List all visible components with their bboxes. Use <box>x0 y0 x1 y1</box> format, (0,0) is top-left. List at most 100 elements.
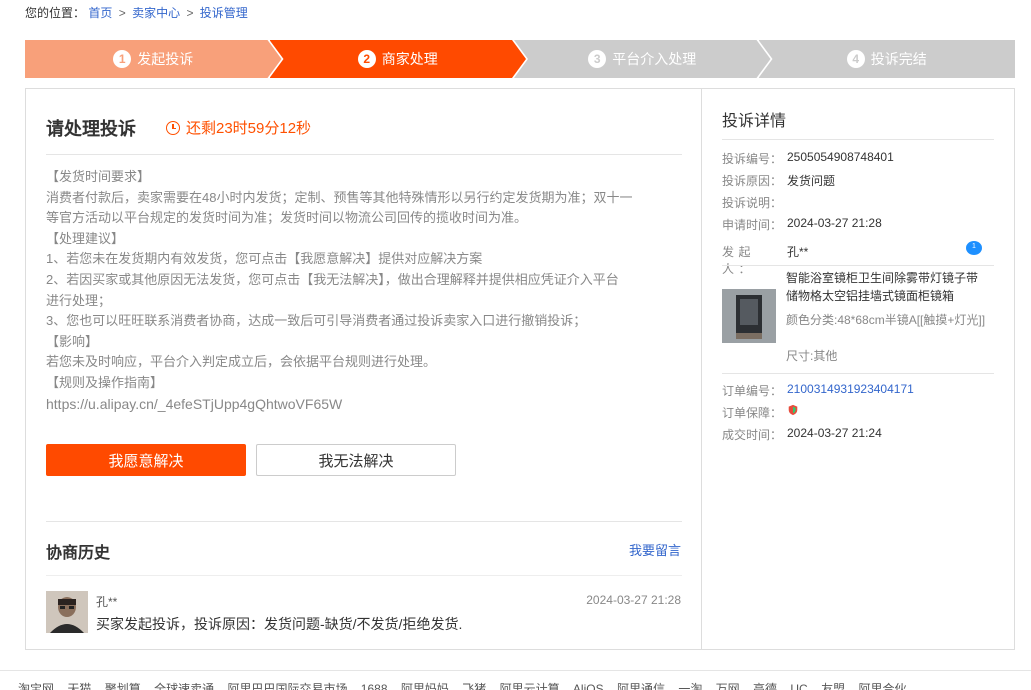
leave-message-link[interactable]: 我要留言 <box>629 540 681 559</box>
apply-time-row: 申请时间： 2024-03-27 21:28 <box>722 216 994 233</box>
accept-resolve-button[interactable]: 我愿意解决 <box>46 444 246 476</box>
step-label: 投诉完结 <box>870 51 927 67</box>
divider <box>46 575 682 576</box>
divider <box>46 521 682 522</box>
order-no-row: 订单编号： 2100314931923404171 <box>722 382 994 399</box>
step-merchant-handle: 2 商家处理 <box>270 40 527 78</box>
breadcrumb-complaint-management[interactable]: 投诉管理 <box>200 6 248 20</box>
clock-icon <box>166 120 180 135</box>
history-title: 协商历史 <box>46 545 111 562</box>
footer-link[interactable]: UC <box>790 682 807 690</box>
reason-label: 投诉原因： <box>722 174 783 188</box>
footer-link[interactable]: AliOS <box>573 682 604 690</box>
footer-link[interactable]: 阿里合伙 <box>858 682 906 690</box>
apply-time-value: 2024-03-27 21:28 <box>787 216 882 230</box>
step-platform-intervene: 3 平台介入处理 <box>514 40 771 78</box>
order-no-link[interactable]: 2100314931923404171 <box>787 382 914 399</box>
message-author: 孔** <box>96 595 118 609</box>
product-sku: 颜色分类:48*68cm半镜A[[触摸+灯光]] <box>786 313 986 327</box>
desc-row: 投诉说明： <box>722 194 994 211</box>
footer-link[interactable]: 阿里巴巴国际交易市场 <box>227 682 347 690</box>
reason-row: 投诉原因： 发货问题 <box>722 172 994 189</box>
title-row: 请处理投诉 还剩23时59分12秒 <box>46 113 682 155</box>
reason-value: 发货问题 <box>787 174 836 188</box>
detail-title: 投诉详情 <box>722 113 787 130</box>
countdown-text: 还剩23时59分12秒 <box>186 120 312 137</box>
chat-icon[interactable] <box>966 241 982 255</box>
step-number: 1 <box>113 50 131 68</box>
step-number: 3 <box>588 50 606 68</box>
notice-line: 【规则及操作指南】 <box>46 374 164 390</box>
divider <box>722 139 994 140</box>
page-title: 请处理投诉 <box>46 119 136 139</box>
rules-link[interactable]: https://u.alipay.cn/_4efeSTjUpp4gQhtwoVF… <box>46 394 686 415</box>
message-time: 2024-03-27 21:28 <box>586 593 681 607</box>
handling-notice: 【发货时间要求】 消费者付款后，卖家需要在48小时内发货；定制、预售等其他特殊情… <box>46 167 686 414</box>
initiator-label: 发起人： <box>722 245 756 276</box>
complaint-no-value: 2505054908748401 <box>787 150 894 164</box>
footer-link[interactable]: 淘宝网 <box>18 682 54 690</box>
apply-time-label: 申请时间： <box>722 218 783 232</box>
footer-link[interactable]: 阿里妈妈 <box>401 682 449 690</box>
footer-divider <box>0 670 1031 671</box>
step-number: 2 <box>358 50 376 68</box>
footer-link[interactable]: 万网 <box>716 682 740 690</box>
notice-line: 【影响】 <box>46 333 99 349</box>
breadcrumb-seller-center[interactable]: 卖家中心 <box>132 6 180 20</box>
notice-line: 等官方活动以平台规定的发货时间为准；发货时间以物流公司回传的揽收时间为准。 <box>46 210 528 226</box>
breadcrumb-home[interactable]: 首页 <box>88 6 112 20</box>
deal-time-row: 成交时间： 2024-03-27 21:24 <box>722 426 994 443</box>
step-initiate: 1 发起投诉 <box>25 40 282 78</box>
step-complete: 4 投诉完结 <box>758 40 1015 78</box>
product-title[interactable]: 智能浴室镜柜卫生间除雾带灯镜子带储物格太空铝挂墙式镜面柜镜箱 <box>786 269 986 305</box>
breadcrumb: 您的位置： 首页 > 卖家中心 > 投诉管理 <box>25 4 248 21</box>
footer-links: 淘宝网 天猫 聚划算 全球速卖通 阿里巴巴国际交易市场 1688 阿里妈妈 飞猪… <box>18 680 916 690</box>
notice-line: 若您未及时响应，平台介入判定成立后，会依据平台规则进行处理。 <box>46 354 437 370</box>
complaint-no-row: 投诉编号： 2505054908748401 <box>722 150 994 167</box>
notice-line: 【发货时间要求】 <box>46 169 151 184</box>
notice-line: 2、若因买家或其他原因无法发货，您可点击【我无法解决】，做出合理解释并提供相应凭… <box>46 271 619 287</box>
step-label: 平台介入处理 <box>612 51 697 67</box>
countdown: 还剩23时59分12秒 <box>166 117 311 138</box>
breadcrumb-separator: > <box>118 6 126 20</box>
shield-icon <box>788 404 798 416</box>
complaint-no-label: 投诉编号： <box>722 152 783 166</box>
message-text: 买家发起投诉，投诉原因：发货问题-缺货/不发货/拒绝发货. <box>96 616 463 632</box>
footer-link[interactable]: 阿里云计算 <box>500 682 560 690</box>
guarantee-badge[interactable] <box>787 404 799 421</box>
footer-link[interactable]: 全球速卖通 <box>154 682 214 690</box>
main-panel: 请处理投诉 还剩23时59分12秒 【发货时间要求】 消费者付款后，卖家需要在4… <box>25 88 1015 650</box>
step-label: 商家处理 <box>381 51 438 67</box>
product-size: 尺寸:其他 <box>786 349 838 363</box>
cannot-resolve-button[interactable]: 我无法解决 <box>256 444 456 476</box>
notice-line: 【处理建议】 <box>46 230 125 246</box>
footer-link[interactable]: 友盟 <box>821 682 845 690</box>
breadcrumb-separator: > <box>186 6 194 20</box>
progress-steps: 1 发起投诉 2 商家处理 3 平台介入处理 4 投诉完结 <box>25 40 1015 78</box>
step-number: 4 <box>846 50 865 68</box>
divider <box>722 265 994 266</box>
footer-link[interactable]: 聚划算 <box>105 682 141 690</box>
footer-link[interactable]: 飞猪 <box>462 682 486 690</box>
notice-line: 进行处理； <box>46 292 112 308</box>
product-image[interactable] <box>722 289 776 343</box>
footer-link[interactable]: 1688 <box>361 682 388 690</box>
avatar <box>46 591 88 633</box>
divider <box>722 373 994 374</box>
notice-line: 消费者付款后，卖家需要在48小时内发货；定制、预售等其他特殊情形以另行约定发货期… <box>46 189 633 205</box>
order-no-label: 订单编号： <box>722 384 783 398</box>
footer-link[interactable]: 天猫 <box>67 682 91 690</box>
deal-time-value: 2024-03-27 21:24 <box>787 426 882 440</box>
desc-label: 投诉说明： <box>722 196 783 210</box>
guarantee-label: 订单保障： <box>722 406 783 420</box>
footer-link[interactable]: 高德 <box>753 682 777 690</box>
footer-link[interactable]: 阿里通信 <box>617 682 665 690</box>
notice-line: 3、您也可以旺旺联系消费者协商，达成一致后可引导消费者通过投诉卖家入口进行撤销投… <box>46 313 587 329</box>
footer-link[interactable]: 一淘 <box>678 682 702 690</box>
handle-panel: 请处理投诉 还剩23时59分12秒 【发货时间要求】 消费者付款后，卖家需要在4… <box>26 89 702 649</box>
breadcrumb-label: 您的位置： <box>25 6 86 20</box>
deal-time-label: 成交时间： <box>722 428 783 442</box>
notice-line: 1、若您未在发货期内有效发货，您可点击【我愿意解决】提供对应解决方案 <box>46 251 483 267</box>
step-label: 发起投诉 <box>137 51 194 67</box>
complaint-detail-panel: 投诉详情 投诉编号： 2505054908748401 投诉原因： 发货问题 投… <box>702 89 1014 649</box>
